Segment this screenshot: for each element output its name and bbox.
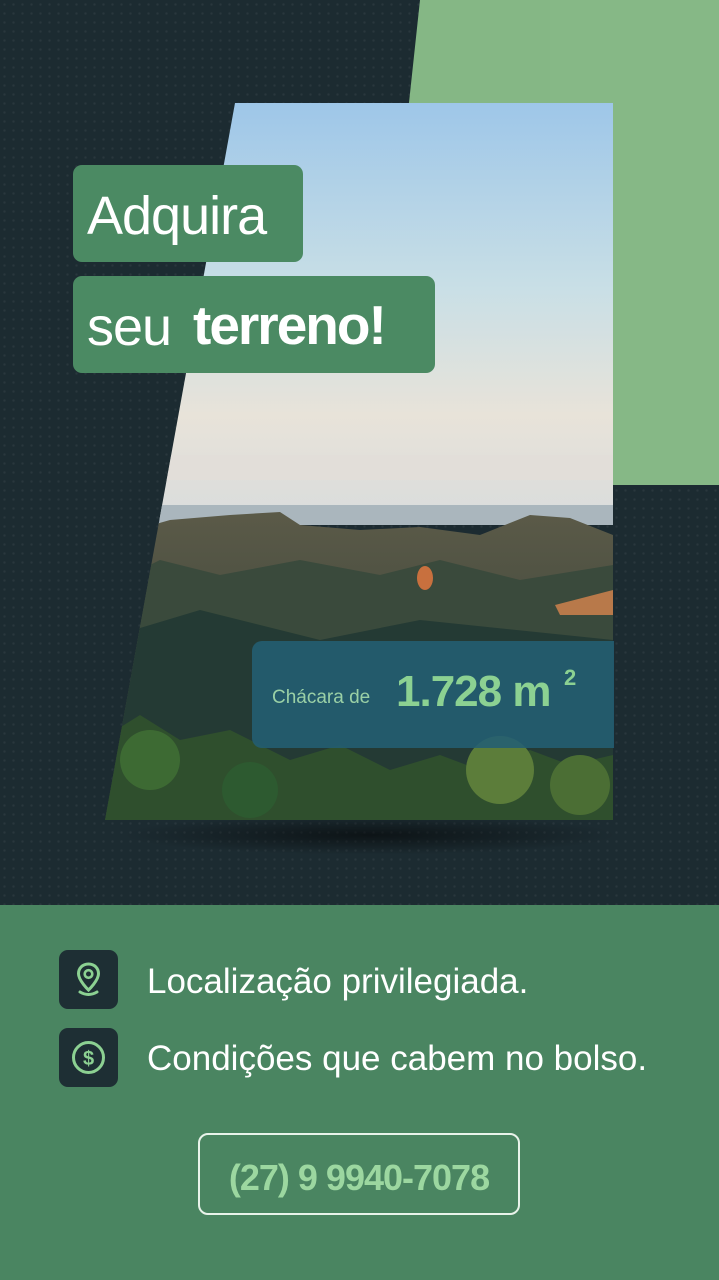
headline-word-terreno: terreno! xyxy=(193,294,387,356)
headline-word-adquira: Adquira xyxy=(87,186,267,246)
headline-line-1: Adquira xyxy=(73,165,303,262)
dollar-coin-icon: $ xyxy=(59,1028,118,1087)
phone-number-button[interactable]: (27) 9 9940-7078 xyxy=(198,1133,520,1215)
landscape-photo xyxy=(105,103,613,820)
headline-word-seu: seu xyxy=(87,297,172,357)
feature-location-text: Localização privilegiada. xyxy=(147,962,529,1001)
svg-text:$: $ xyxy=(83,1048,94,1070)
flyer: Adquira seu terreno! Chácara de 1.728 m … xyxy=(0,0,719,1280)
area-value: 1.728 m xyxy=(396,667,551,716)
area-badge: Chácara de 1.728 m 2 xyxy=(252,641,614,748)
feature-conditions-text: Condições que cabem no bolso. xyxy=(147,1039,648,1078)
location-pin-icon xyxy=(59,950,118,1009)
area-unit-superscript: 2 xyxy=(564,665,577,690)
phone-number-text: (27) 9 9940-7078 xyxy=(228,1157,490,1198)
headline-line-2: seu terreno! xyxy=(73,276,435,373)
area-label: Chácara de xyxy=(272,687,371,708)
info-section: Localização privilegiada. $ Condições qu… xyxy=(0,905,719,1280)
